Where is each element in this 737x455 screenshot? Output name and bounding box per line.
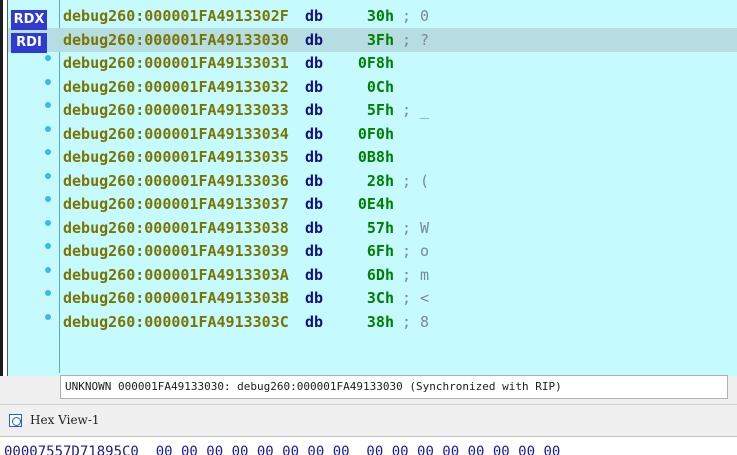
listing-mnemonic: db — [305, 242, 324, 260]
listing-comment: ; m — [402, 265, 430, 284]
listing-mnemonic: db — [305, 30, 324, 49]
register-badge-rdi[interactable]: RDI — [11, 33, 47, 53]
listing-address[interactable]: debug260:000001FA49133033 — [63, 98, 289, 122]
listing-operand: 38h — [366, 312, 394, 331]
listing-operand: 0F0h — [357, 124, 394, 143]
listing-line[interactable]: debug260:000001FA49133033 db 5Fh ; _ — [8, 98, 737, 122]
listing-mnemonic: db — [305, 171, 324, 190]
listing-address[interactable]: debug260:000001FA4913303A — [63, 263, 289, 287]
listing-address[interactable]: debug260:000001FA49133036 — [63, 169, 289, 193]
listing-comment: ; ( — [402, 171, 430, 190]
listing-mnemonic: db — [305, 148, 324, 166]
listing-line[interactable]: debug260:000001FA49133034 db 0F0h — [8, 122, 737, 146]
hex-view-tab[interactable]: Hex View-1 — [0, 404, 737, 436]
listing-operand: 3Fh — [366, 30, 394, 49]
breakpoint-dot-icon[interactable] — [45, 125, 51, 132]
listing-line[interactable]: debug260:000001FA4913303A db 6Dh ; m — [8, 263, 737, 287]
listing-address[interactable]: debug260:000001FA49133034 — [63, 122, 289, 146]
listing-operand: 57h — [366, 218, 394, 237]
listing-comment: ; ? — [402, 30, 430, 49]
listing-mnemonic: db — [305, 77, 324, 96]
breakpoint-dot-icon[interactable] — [45, 266, 51, 273]
listing-comment: ; _ — [402, 101, 430, 119]
listing-operand: 6Dh — [366, 265, 394, 284]
hex-view-icon — [9, 414, 22, 427]
hex-view-strip: 00007557D71895C0 00 00 00 00 00 00 00 00… — [0, 437, 737, 455]
listing-mnemonic: db — [305, 54, 324, 72]
listing-line[interactable]: debug260:000001FA49133039 db 6Fh ; o — [8, 239, 737, 263]
listing-mnemonic: db — [305, 218, 324, 237]
breakpoint-dot-icon[interactable] — [45, 243, 51, 249]
listing-line[interactable]: debug260:000001FA49133036 db 28h ; ( — [8, 169, 737, 193]
listing-mnemonic: db — [305, 101, 324, 119]
listing-address[interactable]: debug260:000001FA49133039 — [63, 239, 289, 263]
listing-line[interactable]: debug260:000001FA49133035 db 0B8h — [8, 145, 737, 169]
listing-comment: ; 0 — [402, 7, 430, 25]
breakpoint-dot-icon[interactable] — [45, 149, 51, 155]
listing-operand: 28h — [366, 171, 394, 190]
listing-operand: 3Ch — [366, 289, 394, 307]
listing-comment: ; < — [402, 289, 430, 307]
listing-address[interactable]: debug260:000001FA49133038 — [63, 216, 289, 240]
listing-comment: ; W — [402, 218, 430, 237]
breakpoint-dot-icon[interactable] — [45, 102, 51, 108]
breakpoint-dot-icon[interactable] — [45, 55, 51, 61]
listing-line[interactable]: debug260:000001FA49133037 db 0E4h — [8, 192, 737, 216]
listing-line[interactable]: debug260:000001FA4913303C db 38h ; 8 — [8, 310, 737, 334]
listing-operand: 0Ch — [366, 77, 394, 96]
left-border — [0, 0, 8, 376]
listing-line[interactable]: debug260:000001FA4913303B db 3Ch ; < — [8, 286, 737, 310]
breakpoint-dot-icon[interactable] — [45, 172, 51, 179]
status-line: UNKNOWN 000001FA49133030: debug260:00000… — [60, 375, 728, 399]
listing-address[interactable]: debug260:000001FA4913302F — [63, 4, 289, 28]
listing-address[interactable]: debug260:000001FA49133031 — [63, 51, 289, 75]
hex-view-pane[interactable]: 00007557D71895C0 00 00 00 00 00 00 00 00… — [0, 436, 737, 455]
listing-line[interactable]: debug260:000001FA4913302F db 30h ; 0 — [8, 4, 737, 28]
listing-address[interactable]: debug260:000001FA49133035 — [63, 145, 289, 169]
listing-operand: 0F8h — [357, 54, 394, 72]
hex-view-title: Hex View-1 — [30, 413, 100, 427]
ida-disassembly-view[interactable]: debug260:000001FA4913302F db 30h; 0 debug26… — [0, 0, 737, 399]
listing-line[interactable]: debug260:000001FA49133031 db 0F8h — [8, 51, 737, 75]
breakpoint-dot-icon[interactable] — [45, 313, 51, 320]
listing-mnemonic: db — [305, 124, 324, 143]
hex-row-address: 00007557D71895C0 — [4, 444, 139, 455]
listing-operand: 0E4h — [357, 195, 394, 213]
listing-address[interactable]: debug260:000001FA4913303B — [63, 286, 289, 310]
register-badge-rdx[interactable]: RDX — [11, 10, 47, 30]
listing-address[interactable]: debug260:000001FA49133037 — [63, 192, 289, 216]
breakpoint-dot-icon[interactable] — [45, 78, 51, 85]
disassembly-listing[interactable]: debug260:000001FA4913302F db 30h; 0 debug26… — [8, 0, 737, 376]
listing-line[interactable]: debug260:000001FA49133038 db 57h ; W — [8, 216, 737, 240]
listing-address[interactable]: debug260:000001FA49133030 — [63, 28, 289, 52]
listing-comment: ; o — [402, 242, 430, 260]
breakpoint-dot-icon[interactable] — [45, 219, 51, 226]
listing-line[interactable]: debug260:000001FA49133032 db 0Ch — [8, 75, 737, 99]
hex-row[interactable]: 00007557D71895C0 00 00 00 00 00 00 00 00… — [4, 444, 560, 455]
listing-operand: 6Fh — [366, 242, 394, 260]
listing-comment: ; 8 — [402, 312, 430, 331]
breakpoint-dot-icon[interactable] — [45, 196, 51, 202]
listing-address[interactable]: debug260:000001FA4913303C — [63, 310, 289, 334]
listing-line[interactable]: debug260:000001FA49133030 db 3Fh ; ? — [8, 27, 737, 52]
listing-mnemonic: db — [305, 7, 324, 25]
breakpoint-dot-icon[interactable] — [45, 290, 51, 296]
hex-row-bytes: 00 00 00 00 00 00 00 00 00 00 00 00 00 0… — [155, 444, 561, 455]
listing-mnemonic: db — [305, 265, 324, 284]
listing-mnemonic: db — [305, 312, 324, 331]
listing-address[interactable]: debug260:000001FA49133032 — [63, 75, 289, 99]
listing-operand: 30h — [366, 7, 394, 25]
listing-operand: 5Fh — [366, 101, 394, 119]
listing-mnemonic: db — [305, 195, 324, 213]
listing-mnemonic: db — [305, 289, 324, 307]
listing-operand: 0B8h — [357, 148, 394, 166]
